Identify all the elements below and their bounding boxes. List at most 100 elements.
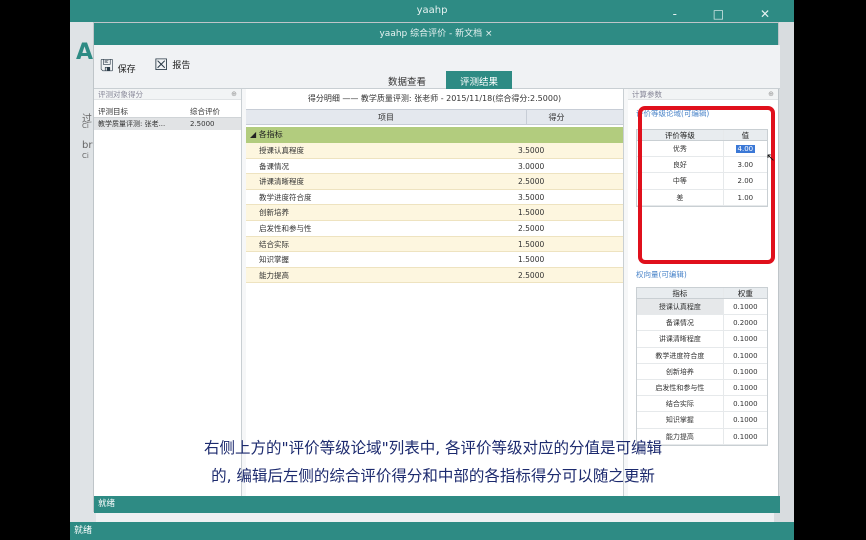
weight-value-cell[interactable]: 0.1000 [724, 380, 767, 395]
app-logo-icon: A [76, 40, 94, 65]
panel-header-label: 计算参数 [632, 90, 662, 99]
weight-value-cell[interactable]: 0.2000 [724, 315, 767, 330]
group-row[interactable]: ◢ 各指标 [246, 127, 623, 143]
table-header: 项目 得分 [246, 109, 623, 125]
row-item: 创新培养 [259, 208, 289, 218]
row-score: 1.5000 [518, 239, 545, 249]
outer-window-title: yaahp [416, 5, 448, 16]
row-score: 2.5000 [518, 223, 545, 233]
col-target[interactable]: 评测目标 [94, 106, 176, 117]
excel-icon: ☒ [154, 55, 169, 74]
report-button[interactable]: ☒ 报告 [154, 55, 190, 74]
table-row[interactable]: 结合实际 1.5000 [246, 236, 623, 253]
row-target: 教学质量评测: 张老... [98, 120, 166, 128]
outer-title-bar: yaahp - □ ✕ [70, 0, 794, 22]
table-row[interactable]: 备课情况 3.0000 [246, 158, 623, 175]
table-row[interactable]: 教学进度符合度 0.1000 [637, 347, 767, 364]
table-row[interactable]: 启发性和参与性 0.1000 [637, 379, 767, 397]
table-header: 评测目标 综合评价 [94, 106, 241, 118]
collapse-icon[interactable]: ◢ [250, 130, 259, 139]
tab-evaluation-result[interactable]: 评测结果 [446, 71, 513, 91]
row-item: 能力提高 [259, 270, 289, 280]
outer-status-bar: 就绪 [70, 522, 794, 540]
weight-index: 启发性和参与性 [637, 379, 724, 396]
inner-title-bar: yaahp 综合评价 - 新文档 × [94, 23, 778, 45]
weight-value-cell[interactable]: 0.1000 [724, 348, 767, 363]
table-row[interactable]: 知识掌握 1.5000 [246, 252, 623, 268]
table-row[interactable]: 授课认真程度 3.5000 [246, 143, 623, 159]
panel-header: 评测对象得分 ⊕ [94, 89, 241, 100]
weight-index: 知识掌握 [637, 412, 724, 428]
panel-header-label: 评测对象得分 [98, 90, 143, 99]
weight-value-cell[interactable]: 0.1000 [724, 299, 767, 314]
subtitle-line: 的, 编辑后左侧的综合评价得分和中部的各指标得分可以随之更新 [211, 467, 655, 485]
table-row[interactable]: 讲课清晰程度 2.5000 [246, 174, 623, 190]
weight-index: 创新培养 [637, 363, 724, 379]
panel-header: 计算参数 ⊕ [628, 89, 778, 100]
weight-index: 授课认真程度 [637, 299, 724, 315]
row-item: 备课情况 [259, 161, 289, 171]
col-score[interactable]: 综合评价 [176, 106, 236, 117]
col-index[interactable]: 指标 [637, 288, 724, 298]
inner-status-bar: 就绪 [94, 496, 780, 513]
row-item: 教学进度符合度 [259, 192, 312, 202]
table-row[interactable]: 创新培养 0.1000 [637, 363, 767, 380]
save-label: 保存 [117, 65, 136, 75]
highlight-box [638, 106, 775, 264]
weight-index: 备课情况 [637, 315, 724, 331]
weight-value-cell[interactable]: 0.1000 [724, 364, 767, 379]
row-score: 1.5000 [518, 255, 545, 265]
weight-value-cell[interactable]: 0.1000 [724, 331, 767, 346]
col-score[interactable]: 得分 [526, 110, 586, 124]
weight-value-cell[interactable]: 0.1000 [724, 396, 767, 411]
mouse-cursor-icon: ↖ [766, 151, 776, 164]
weight-value-cell[interactable]: 0.1000 [724, 412, 767, 427]
score-detail-title: 得分明细 —— 教学质量评测: 张老师 - 2015/11/18(综合得分:2.… [307, 94, 562, 103]
col-weight[interactable]: 权重 [724, 288, 767, 298]
table-row[interactable]: 启发性和参与性 2.5000 [246, 220, 623, 237]
row-score: 2.5000 [518, 177, 545, 187]
row-item: 讲课清晰程度 [259, 177, 304, 187]
weight-table: 指标 权重 授课认真程度 0.1000 备课情况 0.2000 讲课清晰程度 0.10… [636, 287, 768, 446]
outer-left-label: br [82, 140, 93, 151]
table-row[interactable]: 创新培养 1.5000 [246, 205, 623, 221]
row-score: 3.5000 [518, 192, 545, 202]
weight-vector-title: 权向量(可编辑) [636, 270, 687, 279]
toolbar: 🖫 保存 ☒ 报告 数据查看 评测结果 [94, 45, 780, 91]
pin-icon[interactable]: ⊕ [231, 89, 237, 100]
group-label: 各指标 [258, 130, 283, 139]
save-button[interactable]: 🖫 保存 [100, 55, 136, 82]
tab-data-view[interactable]: 数据查看 [374, 71, 440, 91]
weight-index: 结合实际 [637, 396, 724, 412]
pin-icon[interactable]: ⊕ [768, 89, 774, 100]
row-score: 2.5000 [518, 270, 545, 280]
row-score: 1.5000 [518, 208, 545, 218]
detail-rows: 授课认真程度 3.5000 备课情况 3.0000 讲课清晰程度 2.5000 教学进… [246, 143, 623, 284]
table-row[interactable]: 结合实际 0.1000 [637, 396, 767, 413]
subtitle-line: 右侧上方的"评价等级论域"列表中, 各评价等级对应的分值是可编辑 [203, 439, 663, 457]
table-row[interactable]: 能力提高 2.5000 [246, 267, 623, 284]
row-score: 3.0000 [518, 161, 545, 171]
outer-left-label: Ci [82, 152, 89, 160]
table-row[interactable]: 讲课清晰程度 0.1000 [637, 331, 767, 348]
outer-left-label: Ci [82, 122, 89, 130]
weight-index: 讲课清晰程度 [637, 331, 724, 347]
col-item[interactable]: 项目 [246, 110, 526, 124]
table-row[interactable]: 知识掌握 0.1000 [637, 412, 767, 429]
table-row[interactable]: 教学质量评测: 张老... 2.5000 [94, 118, 241, 130]
row-item: 知识掌握 [259, 255, 289, 265]
save-icon: 🖫 [100, 56, 114, 75]
row-item: 结合实际 [259, 239, 289, 249]
table-row[interactable]: 备课情况 0.2000 [637, 315, 767, 332]
table-row[interactable]: 教学进度符合度 3.5000 [246, 189, 623, 206]
table-header: 指标 权重 [637, 288, 767, 299]
row-score: 2.5000 [190, 120, 215, 128]
table-row[interactable]: 授课认真程度 0.1000 [637, 299, 767, 316]
report-label: 报告 [172, 61, 191, 71]
row-item: 授课认真程度 [259, 146, 304, 155]
weight-index: 教学进度符合度 [637, 347, 724, 363]
subtitle-overlay: 右侧上方的"评价等级论域"列表中, 各评价等级对应的分值是可编辑 的, 编辑后左… [0, 434, 866, 490]
row-item: 启发性和参与性 [259, 223, 312, 233]
view-tabs: 数据查看 评测结果 [374, 71, 513, 91]
row-score: 3.5000 [518, 146, 545, 155]
